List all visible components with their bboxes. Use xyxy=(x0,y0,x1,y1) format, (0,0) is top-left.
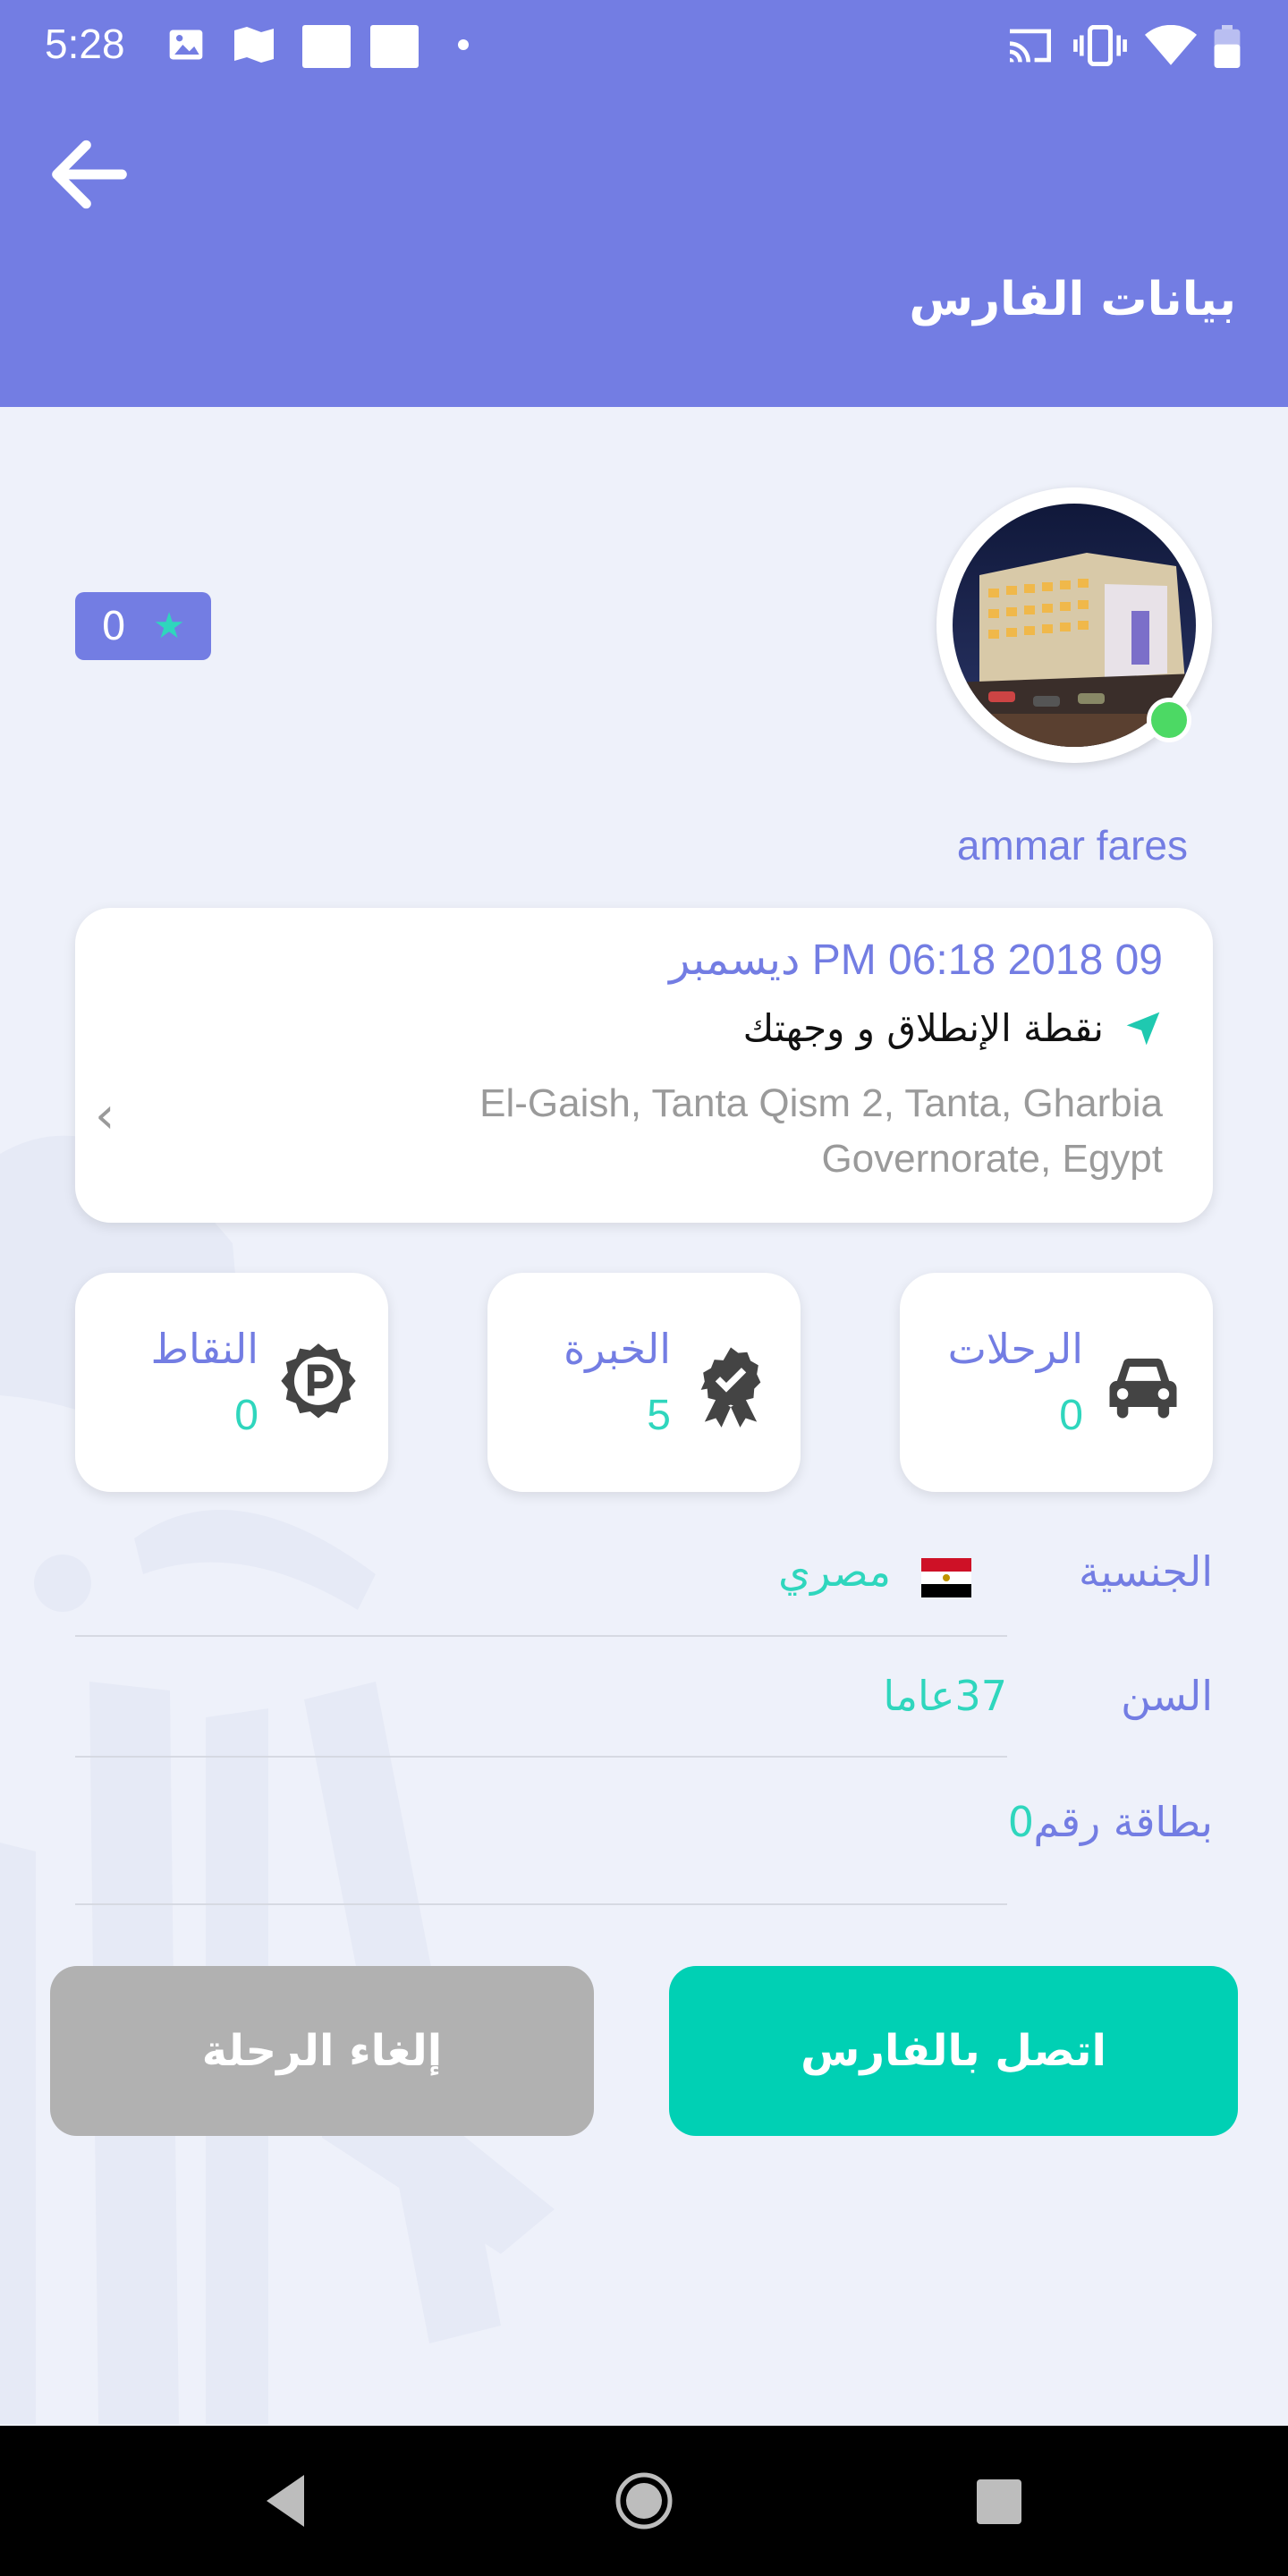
notification-square-icon-2 xyxy=(370,25,419,68)
more-notifications-dot-icon xyxy=(458,39,469,50)
map-notification-icon xyxy=(234,27,274,63)
egypt-flag-icon xyxy=(921,1558,971,1597)
divider xyxy=(75,1635,1007,1637)
vibrate-icon xyxy=(1073,25,1127,66)
trips-label: الرحلات xyxy=(947,1325,1083,1373)
nav-recents-icon[interactable] xyxy=(927,2426,1070,2576)
experience-label: الخبرة xyxy=(564,1325,671,1373)
experience-value: 5 xyxy=(647,1392,671,1439)
driver-name: ammar fares xyxy=(956,822,1188,869)
profile-avatar-frame xyxy=(936,487,1212,763)
age-value: 37عاما xyxy=(883,1672,1007,1720)
app-bar: 5:28 بيانات الفارس xyxy=(0,0,1288,407)
trips-value: 0 xyxy=(1059,1392,1083,1439)
online-status-indicator xyxy=(1147,698,1191,742)
trip-address: El-Gaish, Tanta Qism 2, Tanta, Gharbia G… xyxy=(479,1081,1163,1181)
page-title: بيانات الفارس xyxy=(909,273,1236,326)
nav-home-icon[interactable] xyxy=(572,2426,716,2576)
rating-badge: 0 ★ xyxy=(75,592,211,660)
back-arrow-icon[interactable] xyxy=(49,139,130,210)
trips-stat-card: الرحلات 0 xyxy=(900,1273,1213,1492)
location-label: نقطة الإنطلاق و وجهتك xyxy=(742,1006,1104,1050)
card-number-value: 0 xyxy=(1007,1798,1034,1846)
points-label: النقاط xyxy=(150,1325,258,1373)
image-notification-icon xyxy=(169,30,203,60)
system-navigation-bar xyxy=(0,2426,1288,2576)
nationality-value: مصري xyxy=(778,1547,891,1596)
trip-date: PM 06:18 2018 09 ديسمبر xyxy=(669,936,1163,984)
age-label: السن xyxy=(1121,1672,1213,1720)
award-badge-icon xyxy=(700,1347,761,1428)
card-number-label: بطاقة رقم xyxy=(1033,1798,1213,1846)
divider xyxy=(75,1903,1007,1905)
location-label-row: نقطة الإنطلاق و وجهتك xyxy=(743,1006,1163,1050)
parking-badge-icon xyxy=(281,1343,356,1419)
battery-icon xyxy=(1214,25,1241,68)
trip-card[interactable]: PM 06:18 2018 09 ديسمبر نقطة الإنطلاق و … xyxy=(75,908,1213,1223)
nav-back-icon[interactable] xyxy=(215,2426,358,2576)
chevron-left-icon[interactable]: ‹ xyxy=(95,1087,114,1145)
card-number-row: بطاقة رقم 0 xyxy=(75,1762,1213,1905)
cancel-trip-button[interactable]: إلغاء الرحلة xyxy=(50,1966,594,2136)
notification-square-icon xyxy=(302,25,351,68)
cast-icon xyxy=(1010,29,1051,63)
wifi-icon xyxy=(1145,25,1197,65)
points-value: 0 xyxy=(234,1392,258,1439)
status-bar: 5:28 xyxy=(0,0,1288,89)
navigation-arrow-icon xyxy=(1126,1012,1160,1045)
experience-stat-card: الخبرة 5 xyxy=(487,1273,801,1492)
call-rider-button[interactable]: اتصل بالفارس xyxy=(669,1966,1238,2136)
star-icon: ★ xyxy=(153,606,185,647)
rating-value: 0 xyxy=(101,603,127,649)
status-time: 5:28 xyxy=(45,21,125,67)
car-icon xyxy=(1109,1358,1177,1419)
age-row: السن 37عاما xyxy=(75,1641,1213,1758)
divider xyxy=(75,1756,1007,1758)
nationality-label: الجنسية xyxy=(1079,1547,1213,1596)
points-stat-card: النقاط 0 xyxy=(75,1273,388,1492)
nationality-row: الجنسية مصري xyxy=(75,1521,1213,1637)
